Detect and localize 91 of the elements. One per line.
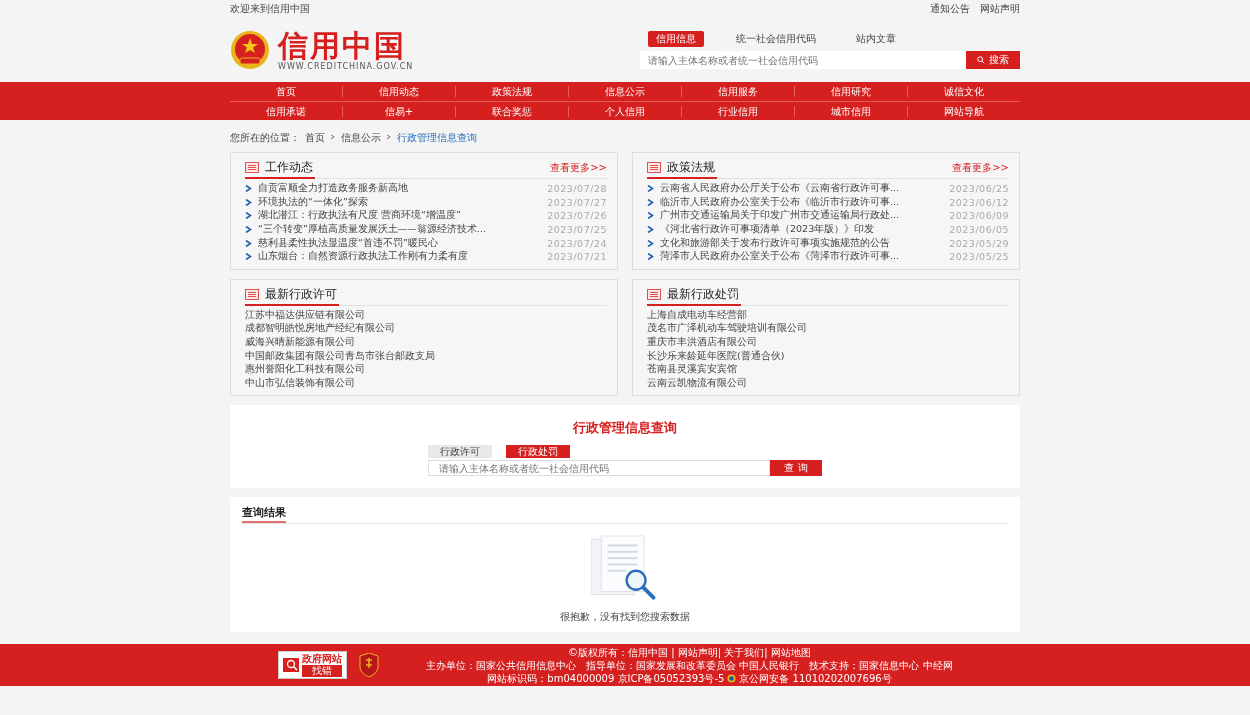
query-field[interactable]: 请输入主体名称或者统一社会信用代码 (428, 460, 770, 477)
emblem-icon (230, 30, 270, 70)
news-link[interactable]: 菏泽市人民政府办公室关于公布《菏泽市行政许可事... (660, 250, 950, 264)
nav-link[interactable]: 信用承诺 (230, 105, 342, 117)
news-date: 2023/05/29 (949, 237, 1009, 249)
panel-title: 工作动态 (265, 159, 313, 176)
company-link[interactable]: 江苏中福达供应链有限公司 (245, 308, 365, 322)
search-tab[interactable]: 站内文章 (848, 31, 904, 47)
panel-title: 最新行政处罚 (667, 285, 739, 303)
search-field[interactable]: 请输入主体名称或者统一社会信用代码 (640, 51, 966, 69)
nav-link[interactable]: 行业信用 (681, 105, 794, 117)
company-link[interactable]: 云南云凯物流有限公司 (647, 376, 747, 390)
news-link[interactable]: 文化和旅游部关于发布行政许可事项实施规范的公告 (660, 236, 950, 250)
company-link[interactable]: 中国邮政集团有限公司青岛市张台邮政支局 (245, 349, 435, 363)
company-link[interactable]: 中山市弘信装饰有限公司 (245, 376, 355, 390)
nav-link[interactable]: 信用服务 (681, 86, 794, 97)
footer-text: 主办单位：国家公共信用信息中心 指导单位：国家发展和改革委员会 中国人民银行 技术支持：国家信息中心 中经网 (425, 659, 954, 672)
search-button[interactable]: 搜索 (966, 51, 1020, 69)
footer-text: 京公网安备 11010202007696号 (739, 671, 892, 685)
chevron-icon (386, 132, 392, 142)
list-icon (647, 288, 661, 300)
news-link[interactable]: 云南省人民政府办公厅关于公布《云南省行政许可事... (660, 182, 950, 196)
nav-link[interactable]: 网站导航 (907, 105, 1020, 117)
company-link[interactable]: 苍南县灵溪宾安宾馆 (647, 363, 737, 377)
nav-link[interactable]: 政策法规 (455, 86, 568, 97)
list-icon (245, 288, 259, 300)
breadcrumb-link[interactable]: 行政管理信息查询 (397, 132, 477, 145)
news-date: 2023/06/25 (949, 183, 1009, 195)
nav-link[interactable]: 信息公示 (568, 86, 681, 97)
news-link[interactable]: 自贡富顺全力打造政务服务新高地 (258, 182, 548, 196)
news-date: 2023/06/12 (949, 196, 1009, 208)
nav-link[interactable]: 联合奖惩 (455, 105, 568, 117)
news-date: 2023/07/25 (547, 224, 607, 236)
search-icon (977, 56, 985, 64)
footer-text: ©版权所有：信用中国 | 网站声明| 关于我们| 网站地图 (567, 645, 812, 659)
top-link[interactable]: 通知公告 (930, 2, 970, 16)
query-tab[interactable]: 行政许可 (428, 445, 492, 459)
news-link[interactable]: 湖北潜江：行政执法有尺度 营商环境“增温度” (258, 209, 548, 223)
breadcrumb-link[interactable]: 信息公示 (341, 132, 381, 145)
logo-title: 信用中国 (278, 29, 406, 62)
company-link[interactable]: 长沙乐来龄延年医院(普通合伙) (647, 349, 785, 363)
logo-url: WWW.CREDITCHINA.GOV.CN (278, 61, 414, 71)
police-badge-icon (727, 673, 737, 683)
search-tab[interactable]: 统一社会信用代码 (728, 31, 824, 47)
query-title: 行政管理信息查询 (573, 419, 677, 438)
company-link[interactable]: 成都智明皓悦房地产经纪有限公司 (245, 322, 395, 336)
news-date: 2023/07/24 (547, 237, 607, 249)
shield-badge-icon[interactable] (359, 653, 379, 678)
news-link[interactable]: 广州市交通运输局关于印发广州市交通运输局行政处... (660, 209, 950, 223)
nav-link[interactable]: 个人信用 (568, 105, 681, 117)
query-tab[interactable]: 行政处罚 (506, 445, 570, 459)
panel-title: 最新行政许可 (265, 285, 337, 303)
list-icon (245, 162, 259, 173)
news-link[interactable]: “三个转变”厚植高质量发展沃土——翁源经济技术... (258, 223, 548, 237)
nav-link[interactable]: 首页 (230, 86, 342, 97)
list-icon (647, 162, 661, 173)
company-link[interactable]: 威海兴晴新能源有限公司 (245, 336, 355, 350)
news-date: 2023/07/26 (547, 210, 607, 222)
nav-link[interactable]: 城市信用 (794, 105, 907, 117)
panel-title: 政策法规 (667, 159, 715, 176)
company-link[interactable]: 茂名市广泽机动车驾驶培训有限公司 (647, 322, 807, 336)
company-link[interactable]: 上海自成电动车经营部 (647, 308, 747, 322)
nav-link[interactable]: 信易+ (342, 105, 455, 117)
nav-link[interactable]: 诚信文化 (907, 86, 1020, 97)
news-link[interactable]: 《河北省行政许可事项清单（2023年版）》印发 (660, 223, 950, 237)
company-link[interactable]: 惠州誉阳化工科技有限公司 (245, 363, 365, 377)
breadcrumb-link[interactable]: 首页 (305, 132, 325, 145)
news-date: 2023/07/27 (547, 196, 607, 208)
news-link[interactable]: 山东烟台：自然资源行政执法工作刚有力柔有度 (258, 250, 548, 264)
news-date: 2023/06/05 (949, 224, 1009, 236)
company-link[interactable]: 重庆市丰洪酒店有限公司 (647, 336, 757, 350)
breadcrumb-label: 您所在的位置： (230, 132, 300, 145)
more-link[interactable]: 查看更多>> (952, 161, 1009, 178)
chevron-icon (330, 132, 336, 142)
nav-link[interactable]: 信用动态 (342, 86, 455, 97)
news-date: 2023/05/25 (949, 251, 1009, 263)
query-button[interactable]: 查 询 (770, 460, 822, 477)
gov-site-badge[interactable]: 政府网站 找错 (278, 651, 347, 680)
news-link[interactable]: 临沂市人民政府办公室关于公布《临沂市行政许可事... (660, 195, 950, 209)
news-link[interactable]: 环境执法的“一体化”探索 (258, 195, 548, 209)
news-date: 2023/07/21 (547, 251, 607, 263)
news-date: 2023/06/09 (949, 210, 1009, 222)
nav-link[interactable]: 信用研究 (794, 86, 907, 97)
empty-message: 很抱歉，没有找到您搜索数据 (560, 610, 690, 625)
search-tab[interactable]: 信用信息 (648, 31, 704, 47)
news-link[interactable]: 慈利县柔性执法显温度“首违不罚”暖民心 (258, 236, 548, 250)
top-link[interactable]: 网站声明 (980, 2, 1020, 16)
more-link[interactable]: 查看更多>> (550, 161, 607, 178)
welcome-text: 欢迎来到信用中国 (230, 2, 310, 16)
news-date: 2023/07/28 (547, 183, 607, 195)
footer-text: 网站标识码：bm04000009 京ICP备05052393号-5 (487, 671, 725, 685)
